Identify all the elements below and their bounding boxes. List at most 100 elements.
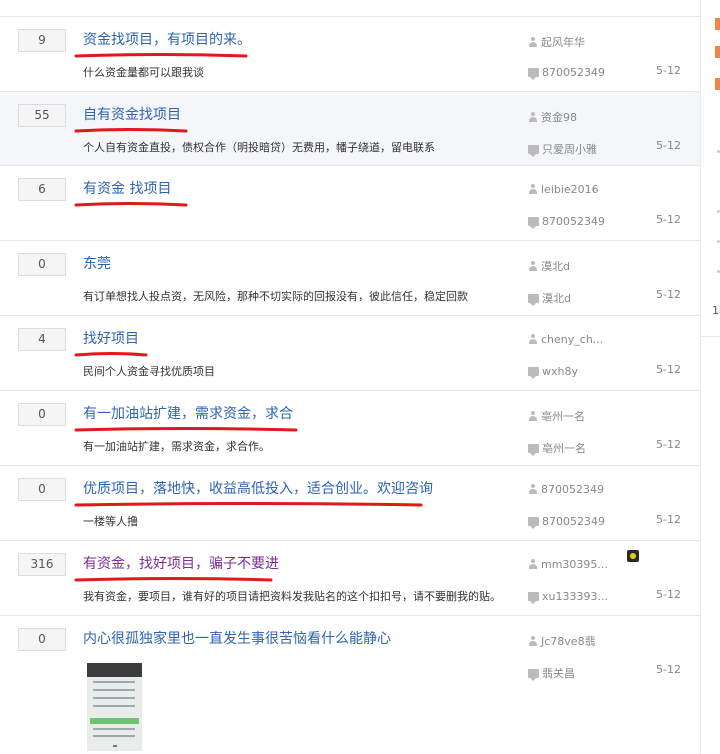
sidebar-divider bbox=[701, 336, 720, 337]
thread-title-link[interactable]: 找好项目 bbox=[83, 328, 139, 348]
thread-title-link[interactable]: 有一加油站扩建，需求资金，求合 bbox=[83, 403, 293, 423]
thread-row-wrapper: 6 有资金 找项目 leibie2016 870052349 5-12 bbox=[0, 166, 700, 241]
last-reply-name-link[interactable]: xu133393... bbox=[542, 590, 608, 603]
thread-row: 55 自有资金找项目 个人自有资金直投，债权合作（明投暗贷）无费用，幡子绕道，留电联… bbox=[0, 92, 700, 165]
last-reply-user: wxh8y bbox=[528, 365, 578, 379]
author-name-link[interactable]: 资金98 bbox=[541, 111, 577, 124]
red-underline-stroke bbox=[74, 502, 423, 507]
last-reply-name-link[interactable]: 870052349 bbox=[542, 66, 605, 79]
last-reply-date: 5-12 bbox=[656, 64, 681, 77]
last-reply-date: 5-12 bbox=[656, 663, 681, 676]
thread-row-wrapper: 0 内心很孤独家里也一直发生事很苦恼看什么能静心 Jc78ve8翡 翡关昌 5-12 bbox=[0, 616, 700, 754]
last-reply-date: 5-12 bbox=[656, 513, 681, 526]
author-name-link[interactable]: leibie2016 bbox=[541, 183, 599, 196]
thread-row: 0 有一加油站扩建，需求资金，求合 有一加油站扩建，需求资金，求合作。 亳州一名 亳州一… bbox=[0, 391, 700, 465]
right-sidebar: 1( bbox=[700, 0, 720, 754]
author-name-link[interactable]: mm30395... bbox=[541, 558, 608, 571]
thread-title-link[interactable]: 优质项目，落地快，收益高低投入，适合创业。欢迎咨询 bbox=[83, 478, 433, 498]
last-reply-user: xu133393... bbox=[528, 590, 608, 604]
last-reply-name-link[interactable]: wxh8y bbox=[542, 365, 578, 378]
thread-row-wrapper: 4 找好项目民间个人资金寻找优质项目 cheny_ch... wxh8y 5-12 bbox=[0, 316, 700, 391]
person-icon bbox=[528, 334, 538, 344]
thread-author: cheny_ch... bbox=[528, 333, 603, 346]
user-badge-icon bbox=[627, 550, 639, 562]
reply-count: 6 bbox=[18, 178, 66, 201]
thread-title-link[interactable]: 资金找项目，有项目的来。 bbox=[83, 29, 251, 49]
last-reply-date: 5-12 bbox=[656, 588, 681, 601]
red-underline-stroke bbox=[74, 202, 188, 207]
thread-row-wrapper: 0 东莞有订单想找人投点资，无风险，那种不切实际的回报没有，彼此信任，稳定回款 漠北… bbox=[0, 241, 700, 316]
reply-count: 0 bbox=[18, 253, 66, 276]
author-name-link[interactable]: 亳州一名 bbox=[541, 410, 585, 423]
last-reply-date: 5-12 bbox=[656, 213, 681, 226]
thread-row-wrapper: 0 优质项目，落地快，收益高低投入，适合创业。欢迎咨询一楼等人撸 870052349… bbox=[0, 466, 700, 541]
thread-excerpt: 有订单想找人投点资，无风险，那种不切实际的回报没有，彼此信任，稳定回款 bbox=[83, 290, 468, 303]
last-reply-date: 5-12 bbox=[656, 288, 681, 301]
reply-icon bbox=[528, 294, 539, 306]
person-icon bbox=[528, 484, 538, 494]
reply-count: 4 bbox=[18, 328, 66, 351]
reply-icon bbox=[528, 145, 539, 157]
last-reply-date: 5-12 bbox=[656, 438, 681, 451]
thread-excerpt: 我有资金，要项目，谁有好的项目请把资料发我贴名的这个扣扣号，请不要删我的贴。 bbox=[83, 590, 501, 603]
thread-author: 资金98 bbox=[528, 109, 577, 125]
thread-row: 4 找好项目民间个人资金寻找优质项目 cheny_ch... wxh8y 5-12 bbox=[0, 316, 700, 390]
thread-row-wrapper: 55 自有资金找项目 个人自有资金直投，债权合作（明投暗贷）无费用，幡子绕道，留电联… bbox=[0, 92, 700, 166]
reply-count: 316 bbox=[18, 553, 66, 576]
thread-excerpt: 一楼等人撸 bbox=[83, 515, 138, 528]
thread-title-link[interactable]: 有资金 找项目 bbox=[83, 178, 171, 198]
person-icon bbox=[528, 636, 538, 646]
thread-excerpt: 什么资金量都可以跟我谈 bbox=[83, 66, 204, 79]
thumbnail-header bbox=[87, 663, 142, 677]
thumbnail-text-line bbox=[93, 689, 135, 691]
author-name-link[interactable]: Jc78ve8翡 bbox=[541, 635, 596, 648]
reply-count: 9 bbox=[18, 29, 66, 52]
reply-icon bbox=[528, 68, 539, 80]
last-reply-name-link[interactable]: 870052349 bbox=[542, 215, 605, 228]
reply-icon bbox=[528, 444, 539, 456]
reply-icon bbox=[528, 367, 539, 379]
last-reply-user: 漠北d bbox=[528, 290, 571, 306]
person-icon bbox=[528, 261, 538, 271]
thread-author: 起风年华 bbox=[528, 34, 585, 50]
reply-icon bbox=[528, 592, 539, 604]
last-reply-user: 870052349 bbox=[528, 515, 605, 529]
person-icon bbox=[528, 559, 538, 569]
author-name-link[interactable]: 漠北d bbox=[541, 260, 570, 273]
thread-row: 316 有资金，找好项目，骗子不要进我有资金，要项目，谁有好的项目请把资料发我贴名… bbox=[0, 541, 700, 615]
red-underline-stroke bbox=[74, 577, 273, 582]
last-reply-name-link[interactable]: 亳州一名 bbox=[542, 442, 586, 455]
author-name-link[interactable]: 870052349 bbox=[541, 483, 604, 496]
person-icon bbox=[528, 411, 538, 421]
thread-row: 9 资金找项目，有项目的来。什么资金量都可以跟我谈 起风年华 870052349 5-1… bbox=[0, 17, 700, 91]
thumbnail-text-line bbox=[93, 681, 135, 683]
last-reply-date: 5-12 bbox=[656, 363, 681, 376]
thread-excerpt: 民间个人资金寻找优质项目 bbox=[83, 365, 215, 378]
last-reply-name-link[interactable]: 只爱周小雅 bbox=[542, 143, 597, 156]
reply-count: 0 bbox=[18, 478, 66, 501]
red-underline-stroke bbox=[74, 352, 148, 357]
thread-row: 0 优质项目，落地快，收益高低投入，适合创业。欢迎咨询一楼等人撸 870052349… bbox=[0, 466, 700, 540]
thread-author: 亳州一名 bbox=[528, 408, 585, 424]
thumbnail-text-line bbox=[93, 728, 135, 730]
thumbnail-text-line bbox=[93, 697, 135, 699]
last-reply-name-link[interactable]: 翡关昌 bbox=[542, 667, 575, 680]
thread-thumbnail-image[interactable] bbox=[87, 663, 142, 751]
thread-title-link[interactable]: 内心很孤独家里也一直发生事很苦恼看什么能静心 bbox=[83, 628, 391, 648]
thread-title-link[interactable]: 有资金，找好项目，骗子不要进 bbox=[83, 553, 279, 573]
thread-author: leibie2016 bbox=[528, 183, 599, 196]
thread-title-link[interactable]: 自有资金找项目 bbox=[83, 104, 181, 124]
thread-title-link[interactable]: 东莞 bbox=[83, 253, 111, 273]
author-name-link[interactable]: cheny_ch... bbox=[541, 333, 603, 346]
thread-excerpt: 个人自有资金直投，债权合作（明投暗贷）无费用，幡子绕道，留电联系 bbox=[83, 141, 435, 154]
last-reply-name-link[interactable]: 870052349 bbox=[542, 515, 605, 528]
red-underline-stroke bbox=[74, 427, 298, 432]
reply-count: 0 bbox=[18, 628, 66, 651]
last-reply-name-link[interactable]: 漠北d bbox=[542, 292, 571, 305]
thread-row: 0 内心很孤独家里也一直发生事很苦恼看什么能静心 Jc78ve8翡 翡关昌 5-12 bbox=[0, 616, 700, 754]
person-icon bbox=[528, 184, 538, 194]
thread-row-wrapper: 316 有资金，找好项目，骗子不要进我有资金，要项目，谁有好的项目请把资料发我贴名… bbox=[0, 541, 700, 616]
person-icon bbox=[528, 37, 538, 47]
red-underline-stroke bbox=[74, 128, 188, 133]
author-name-link[interactable]: 起风年华 bbox=[541, 36, 585, 49]
